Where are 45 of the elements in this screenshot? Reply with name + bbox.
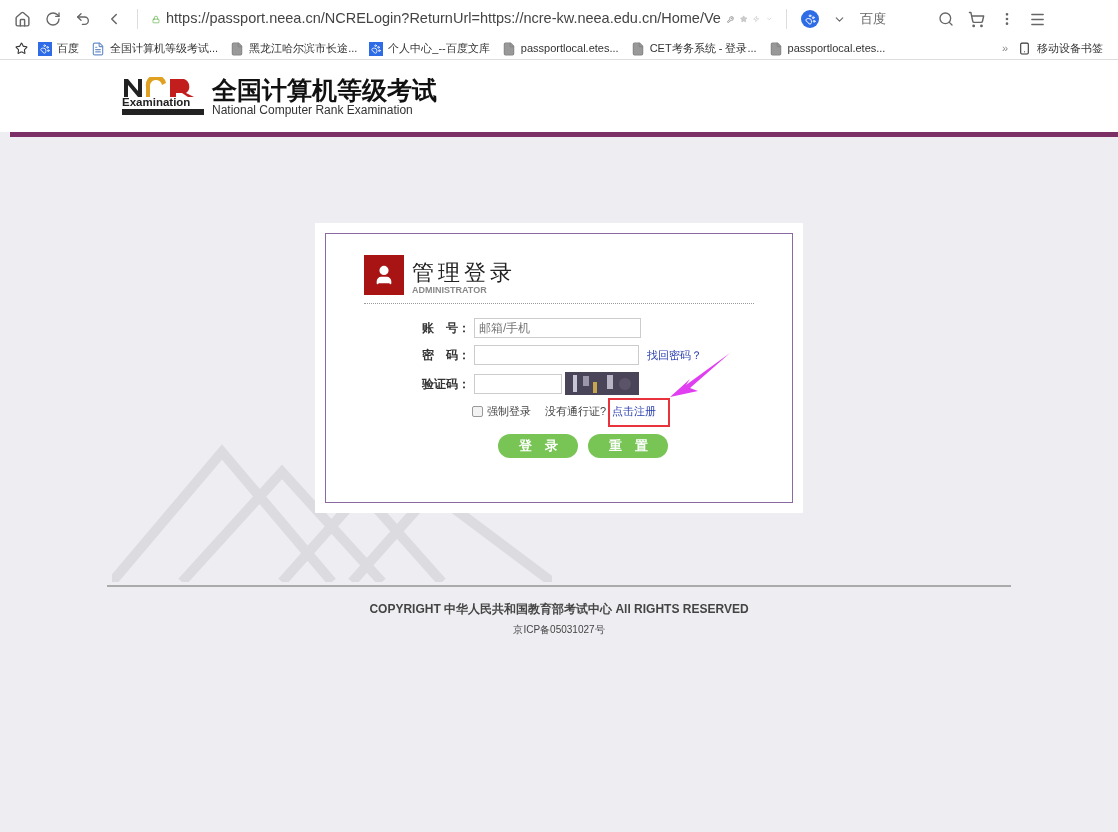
highlight-frame (608, 398, 671, 427)
register-prompt: 没有通行证? (545, 404, 607, 419)
star-icon[interactable] (15, 42, 28, 55)
field-label: 密 码： (422, 347, 471, 364)
bookmark-item[interactable]: 百度 (57, 40, 79, 57)
file-icon (501, 41, 516, 56)
undo-icon[interactable] (75, 11, 91, 27)
account-field[interactable]: 邮箱/手机 (474, 318, 641, 338)
bookmark-item[interactable]: passportlocal.etes... (520, 40, 619, 57)
document-icon (91, 41, 105, 56)
bookmark-item[interactable]: 个人中心_--百度文库 (388, 40, 490, 57)
site-title: 全国计算机等级考试 (212, 76, 437, 104)
address-bar-url[interactable]: https://passport.neea.cn/NCRELogin?ReturnUrl=https://ncre-kw.neea.edu.cn/Home/Ve (165, 8, 721, 30)
logo-word: Examination (122, 96, 192, 109)
paw-icon (38, 41, 52, 56)
checkbox[interactable] (472, 405, 483, 417)
home-icon[interactable] (14, 10, 31, 28)
password-field[interactable] (474, 345, 639, 365)
bookmark-item[interactable]: 全国计算机等级考试... (110, 40, 219, 57)
overflow-indicator[interactable]: » (1001, 40, 1008, 57)
search-engine-label[interactable]: 百度 (860, 9, 920, 29)
checkbox-label[interactable]: 强制登录 (487, 403, 531, 420)
bookmark-item[interactable]: CET考务系统 - 登录... (649, 40, 757, 57)
file-icon (768, 41, 783, 56)
phone-icon (1018, 42, 1031, 55)
register-link[interactable]: 点击注册 (612, 405, 657, 417)
site-subtitle: National Computer Rank Examination (212, 104, 414, 116)
file-icon (230, 41, 245, 56)
login-subtitle: ADMINISTRATOR (412, 286, 488, 295)
search-icon[interactable] (938, 11, 954, 27)
field-label: 验证码： (422, 375, 471, 393)
file-icon (630, 41, 645, 56)
forgot-password-link[interactable]: 找回密码？ (647, 346, 702, 364)
login-title: 管理登录 (412, 260, 516, 286)
copyright-text: COPYRIGHT 中华人民共和国教育部考试中心 All RIGHTS RESERVED (369, 601, 749, 618)
bookmark-item[interactable]: 黑龙江哈尔滨市长途... (249, 40, 358, 57)
paw-icon[interactable] (801, 10, 819, 28)
mobile-bookmarks-link[interactable]: 移动设备书签 (1037, 40, 1103, 57)
cart-icon[interactable] (968, 10, 985, 28)
paw-icon (369, 41, 384, 56)
field-label: 账 号： (422, 320, 471, 337)
icp-number: 京ICP备05031027号 (513, 623, 605, 637)
reload-icon[interactable] (45, 11, 61, 27)
captcha-field[interactable] (474, 373, 562, 394)
bookmark-item[interactable]: passportlocal.etes... (787, 40, 886, 57)
